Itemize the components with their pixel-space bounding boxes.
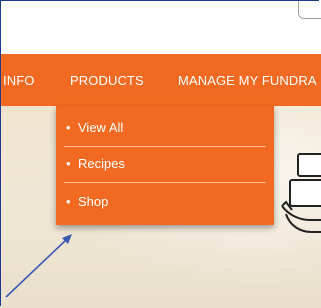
screenshot-frame <box>0 0 319 306</box>
